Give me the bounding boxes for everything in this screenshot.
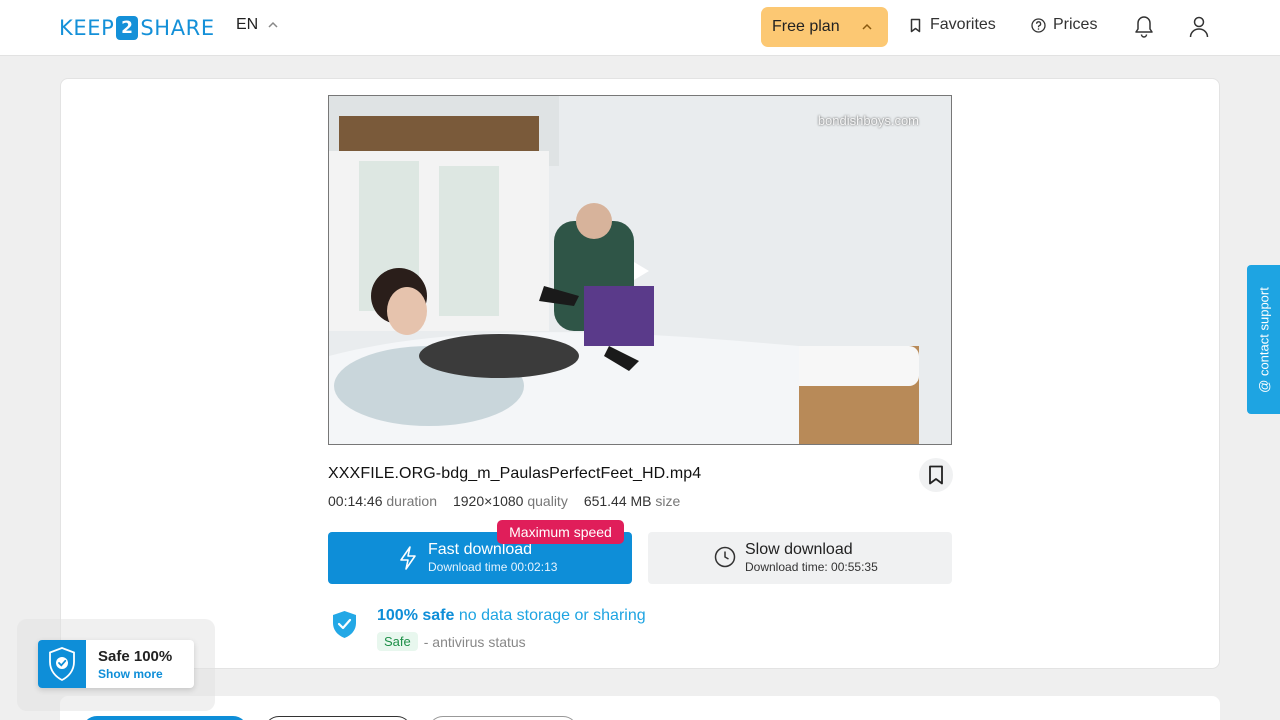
maximum-speed-badge: Maximum speed: [497, 520, 624, 544]
keep2share-logo[interactable]: KEEP 2 SHARE: [59, 13, 215, 43]
chevron-up-icon: [268, 21, 278, 28]
size-label: size: [655, 493, 681, 509]
shield-check-icon: [49, 647, 75, 681]
slow-download-button[interactable]: Slow download Download time: 00:55:35: [648, 532, 952, 584]
lightning-icon: [400, 546, 416, 570]
language-selector[interactable]: EN: [236, 16, 278, 34]
free-plan-button[interactable]: Free plan: [761, 7, 888, 47]
safe-tag: Safe: [377, 632, 418, 651]
video-watermark: bondishboys.com: [817, 113, 919, 128]
show-more-link[interactable]: Show more: [98, 667, 163, 681]
top-header: KEEP 2 SHARE EN Free plan Favorites Pric…: [0, 0, 1280, 56]
safety-strong: 100% safe: [377, 607, 455, 624]
contact-support-label: @ contact support: [1256, 286, 1271, 393]
bookmark-icon: [910, 18, 921, 32]
language-label: EN: [236, 16, 259, 33]
safety-statement: 100% safe no data storage or sharing: [377, 607, 646, 625]
file-name: XXXFILE.ORG-bdg_m_PaulasPerfectFeet_HD.m…: [328, 465, 702, 482]
prices-label: Prices: [1053, 16, 1098, 33]
logo-text-right: SHARE: [140, 16, 215, 40]
prices-link[interactable]: Prices: [1031, 16, 1097, 34]
size-info: 651.44 MB size: [584, 493, 681, 509]
user-profile-icon[interactable]: [1188, 15, 1210, 39]
plan-label: Free plan: [772, 18, 840, 35]
antivirus-status-label: - antivirus status: [423, 633, 526, 650]
tabs-card: [60, 696, 1220, 720]
contact-support-tab[interactable]: @ contact support: [1247, 265, 1280, 414]
clock-icon: [714, 546, 736, 568]
slow-download-time: Download time: 00:55:35: [745, 560, 878, 574]
quality-label: quality: [527, 493, 568, 509]
slow-download-title: Slow download: [745, 541, 853, 558]
safe-widget-title: Safe 100%: [98, 648, 173, 665]
size-value: 651.44 MB: [583, 493, 652, 509]
quality-value: 1920×1080: [452, 493, 524, 509]
favorites-link[interactable]: Favorites: [908, 16, 996, 34]
safe-widget-icon-box: [38, 640, 86, 688]
bookmark-icon: [929, 465, 943, 485]
antivirus-status: Safe - antivirus status: [377, 632, 526, 651]
shield-check-icon: [333, 611, 356, 638]
notifications-bell-icon[interactable]: [1133, 15, 1155, 39]
tab-pill[interactable]: [428, 716, 578, 720]
add-to-favorites-button[interactable]: [919, 458, 953, 492]
duration-label: duration: [386, 493, 437, 509]
favorites-label: Favorites: [930, 16, 996, 33]
chevron-up-icon: [862, 23, 872, 30]
quality-info: 1920×1080 quality: [453, 493, 568, 509]
safe-widget[interactable]: Safe 100% Show more: [38, 640, 194, 688]
logo-text-left: KEEP: [59, 16, 115, 40]
fast-download-time: Download time 00:02:13: [428, 560, 558, 574]
duration-value: 00:14:46: [328, 493, 383, 509]
tab-pill-active[interactable]: [82, 716, 248, 720]
video-preview[interactable]: bondishboys.com: [328, 95, 952, 445]
logo-badge: 2: [116, 16, 139, 40]
duration-info: 00:14:46 duration: [328, 493, 437, 509]
play-icon[interactable]: [631, 260, 651, 282]
tab-pill[interactable]: [264, 716, 412, 720]
safety-rest: no data storage or sharing: [458, 607, 646, 624]
help-circle-icon: [1031, 17, 1046, 33]
file-meta: 00:14:46 duration 1920×1080 quality 651.…: [328, 493, 680, 509]
